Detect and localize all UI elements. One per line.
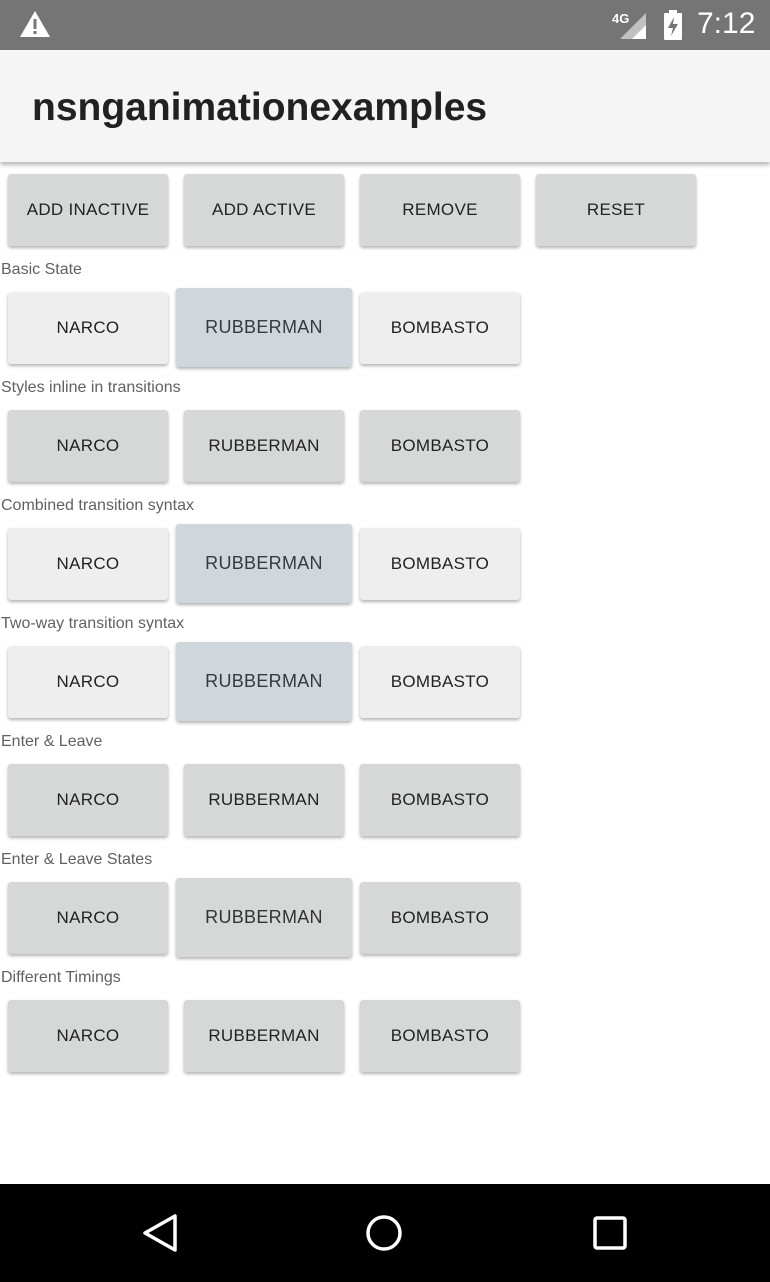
narco-button[interactable]: NARCO — [8, 1000, 168, 1072]
status-clock: 7:12 — [697, 7, 756, 40]
add-inactive-button[interactable]: ADD INACTIVE — [8, 174, 168, 246]
remove-button[interactable]: REMOVE — [360, 174, 520, 246]
hero-row-basic-state: NARCO RUBBERMAN BOMBASTO — [0, 286, 770, 372]
bombasto-button[interactable]: BOMBASTO — [360, 1000, 520, 1072]
rubberman-button[interactable]: RUBBERMAN — [176, 642, 352, 721]
section-label-enter-leave: Enter & Leave — [1, 733, 103, 750]
narco-button[interactable]: NARCO — [8, 764, 168, 836]
navigation-bar — [0, 1184, 770, 1282]
section-label-combined-transition: Combined transition syntax — [1, 497, 194, 514]
section-label-styles-inline: Styles inline in transitions — [1, 379, 181, 396]
home-icon[interactable] — [362, 1211, 406, 1260]
bombasto-button[interactable]: BOMBASTO — [360, 292, 520, 364]
section-label-basic-state: Basic State — [1, 261, 82, 278]
narco-button[interactable]: NARCO — [8, 528, 168, 600]
section-label-two-way-transition: Two-way transition syntax — [1, 615, 185, 632]
network-type-label: 4G — [612, 11, 630, 26]
rubberman-button[interactable]: RUBBERMAN — [184, 410, 344, 482]
page-title: nsnganimationexamples — [32, 86, 488, 129]
main-content: ADD INACTIVE ADD ACTIVE REMOVE RESET Bas… — [0, 168, 770, 1080]
narco-button[interactable]: NARCO — [8, 646, 168, 718]
warning-icon — [18, 9, 52, 44]
section-label-enter-leave-states: Enter & Leave States — [1, 851, 153, 868]
bombasto-button[interactable]: BOMBASTO — [360, 410, 520, 482]
back-icon[interactable] — [138, 1211, 182, 1260]
bombasto-button[interactable]: BOMBASTO — [360, 646, 520, 718]
bombasto-button[interactable]: BOMBASTO — [360, 764, 520, 836]
rubberman-button[interactable]: RUBBERMAN — [176, 878, 352, 957]
rubberman-button[interactable]: RUBBERMAN — [184, 1000, 344, 1072]
reset-button[interactable]: RESET — [536, 174, 696, 246]
bombasto-button[interactable]: BOMBASTO — [360, 528, 520, 600]
status-bar: 4G 7:12 — [0, 0, 770, 50]
narco-button[interactable]: NARCO — [8, 292, 168, 364]
hero-row-two-way-transition: NARCO RUBBERMAN BOMBASTO — [0, 640, 770, 726]
recents-icon[interactable] — [588, 1211, 632, 1260]
rubberman-button[interactable]: RUBBERMAN — [176, 524, 352, 603]
app-bar: nsnganimationexamples — [0, 50, 770, 162]
hero-row-enter-leave-states: NARCO RUBBERMAN BOMBASTO — [0, 876, 770, 962]
add-active-button[interactable]: ADD ACTIVE — [184, 174, 344, 246]
hero-row-different-timings: NARCO RUBBERMAN BOMBASTO — [0, 994, 770, 1080]
hero-row-combined-transition: NARCO RUBBERMAN BOMBASTO — [0, 522, 770, 608]
battery-charging-icon — [663, 10, 683, 45]
hero-row-enter-leave: NARCO RUBBERMAN BOMBASTO — [0, 758, 770, 844]
section-label-different-timings: Different Timings — [1, 969, 121, 986]
narco-button[interactable]: NARCO — [8, 882, 168, 954]
narco-button[interactable]: NARCO — [8, 410, 168, 482]
hero-row-styles-inline: NARCO RUBBERMAN BOMBASTO — [0, 404, 770, 490]
rubberman-button[interactable]: RUBBERMAN — [184, 764, 344, 836]
bombasto-button[interactable]: BOMBASTO — [360, 882, 520, 954]
control-row: ADD INACTIVE ADD ACTIVE REMOVE RESET — [0, 168, 770, 254]
rubberman-button[interactable]: RUBBERMAN — [176, 288, 352, 367]
